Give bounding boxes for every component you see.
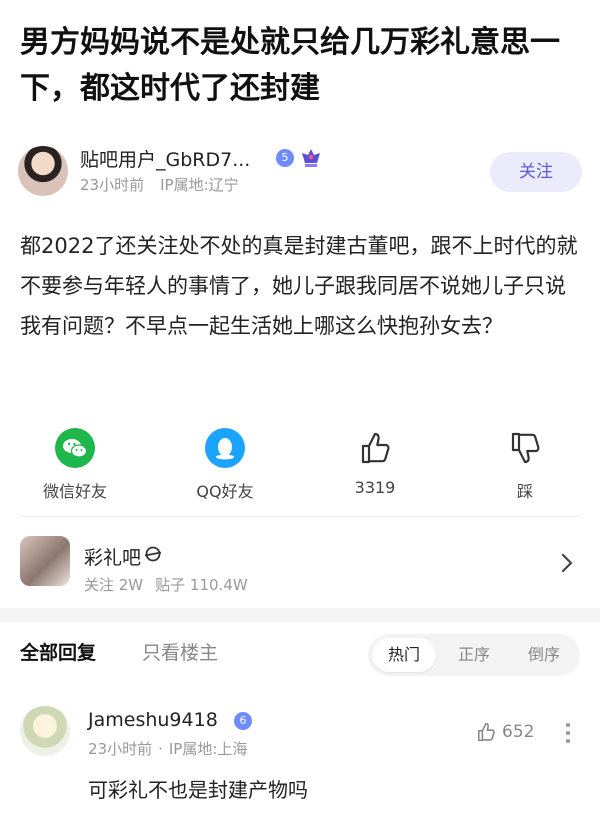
comment-time: 23小时前 xyxy=(88,740,153,758)
forum-avatar[interactable] xyxy=(20,536,70,586)
share-wechat-label: 微信好友 xyxy=(42,482,107,501)
share-qq-label: QQ好友 xyxy=(196,482,254,501)
wechat-icon xyxy=(55,428,95,468)
post-title: 男方妈妈说不是处就只给几万彩礼意思一下，都这时代了还封建 xyxy=(20,25,560,106)
comment-text: 可彩礼不也是封建产物吗 xyxy=(88,778,308,802)
commenter-avatar[interactable] xyxy=(20,706,70,756)
sort-descending[interactable]: 倒序 xyxy=(512,638,576,672)
section-separator xyxy=(0,608,600,622)
dislike-button[interactable]: 踩 xyxy=(470,428,580,502)
sort-toggle: 热门 正序 倒序 xyxy=(368,634,580,676)
more-options-icon[interactable] xyxy=(564,720,572,746)
comment-meta: 23小时前 · IP属地:上海 xyxy=(88,738,247,759)
author-avatar[interactable] xyxy=(18,146,68,196)
forum-stats: 关注 2W 贴子 110.4W xyxy=(84,574,248,595)
forum-followers: 关注 2W xyxy=(84,576,144,594)
comment-location: IP属地:上海 xyxy=(168,740,248,758)
thumbs-up-icon xyxy=(478,722,495,742)
forum-name[interactable]: 彩礼吧 xyxy=(84,543,141,570)
divider xyxy=(20,516,580,517)
chevron-right-icon[interactable] xyxy=(560,552,574,574)
comment-like-button[interactable]: 652 xyxy=(474,720,534,746)
commenter-level-badge: 6 xyxy=(234,712,252,730)
commenter-name[interactable]: Jameshu9418 xyxy=(88,709,218,731)
like-count: 3319 xyxy=(354,478,396,497)
qq-icon xyxy=(205,428,245,468)
tab-all-replies[interactable]: 全部回复 xyxy=(20,638,96,665)
forum-planet-icon xyxy=(144,546,162,562)
dislike-label: 踩 xyxy=(516,482,533,501)
like-button[interactable]: 3319 xyxy=(320,428,430,497)
comment-like-count: 652 xyxy=(502,722,535,742)
sort-hot[interactable]: 热门 xyxy=(372,638,436,672)
separator-dot: · xyxy=(158,740,163,758)
crown-badge-icon xyxy=(302,149,320,167)
post-body: 都2022了还关注处不处的真是封建古董吧，跟不上时代的就不要参与年轻人的事情了，… xyxy=(20,234,578,338)
post-time: 23小时前 xyxy=(80,176,145,194)
sort-ascending[interactable]: 正序 xyxy=(442,638,506,672)
follow-button[interactable]: 关注 xyxy=(490,152,582,192)
thumbs-down-icon xyxy=(511,432,540,464)
tab-op-only[interactable]: 只看楼主 xyxy=(142,638,218,665)
thumbs-up-icon xyxy=(361,432,390,464)
level-badge: 5 xyxy=(276,149,294,167)
share-wechat-button[interactable]: 微信好友 xyxy=(20,428,130,502)
author-name[interactable]: 贴吧用户_GbRD7... xyxy=(80,145,250,172)
author-location: IP属地:辽宁 xyxy=(160,176,239,194)
forum-posts: 贴子 110.4W xyxy=(155,576,248,594)
share-qq-button[interactable]: QQ好友 xyxy=(170,428,280,502)
author-meta: 23小时前 IP属地:辽宁 xyxy=(80,174,239,195)
